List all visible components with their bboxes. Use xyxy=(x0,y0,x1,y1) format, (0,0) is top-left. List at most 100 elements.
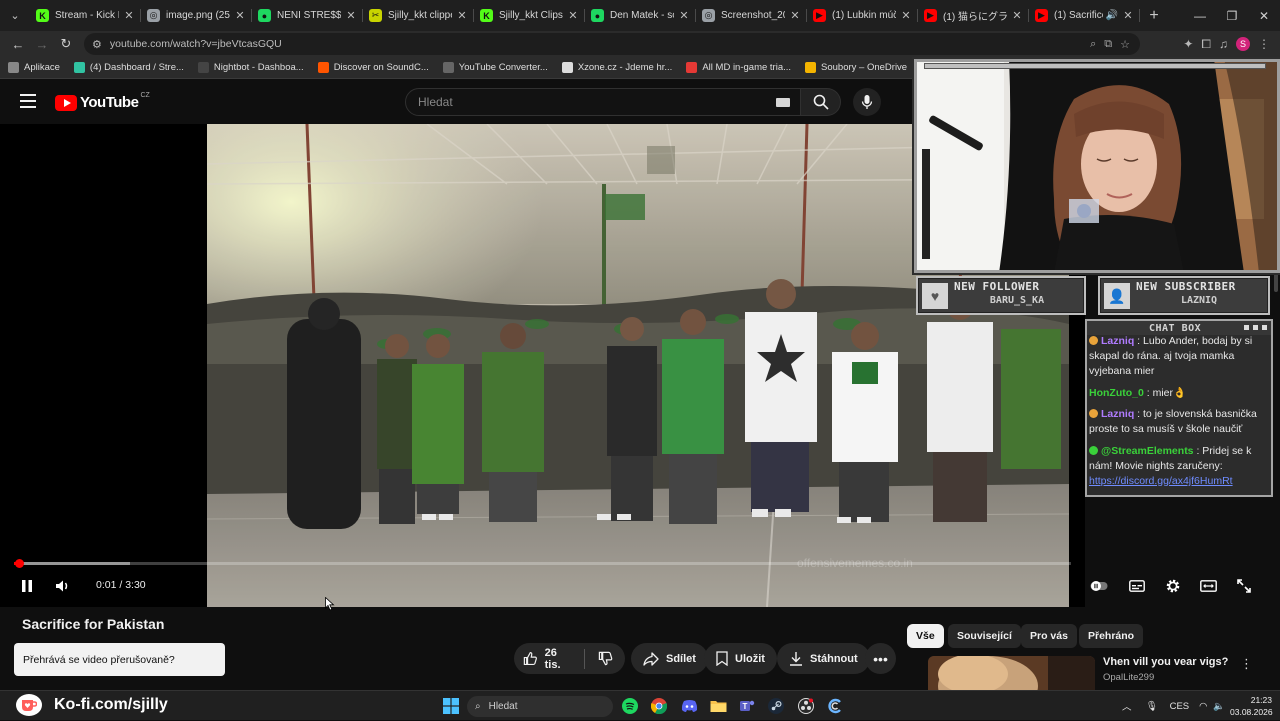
pause-button[interactable] xyxy=(18,576,36,596)
tab-label: Sjilly_kkt clipped i xyxy=(388,10,452,21)
address-url[interactable]: youtube.com/watch?v=jbeVtcasGQU xyxy=(110,38,282,50)
bookmark-item[interactable]: Aplikace xyxy=(8,62,60,73)
like-divider xyxy=(584,648,585,669)
settings-button[interactable] xyxy=(1164,576,1182,596)
progress-bar[interactable] xyxy=(14,559,1071,568)
tray-mic-icon[interactable]: 🎙 xyxy=(1146,701,1158,712)
browser-tab[interactable]: ◎ image.png (2560 ✕ xyxy=(141,0,252,31)
chip-related[interactable]: Související xyxy=(948,624,1021,648)
download-button[interactable]: Stáhnout xyxy=(777,643,870,674)
media-control-icon[interactable]: ♫ xyxy=(1219,37,1228,51)
browser-tab[interactable]: ● NENI STRE$$ - Cc ✕ xyxy=(252,0,363,31)
system-tray: ︿ 🎙 CES ◠ 🔈 xyxy=(1122,691,1225,721)
browser-tab[interactable]: ▶ (1) Lubkin múčny ✕ xyxy=(807,0,918,31)
subtitles-button[interactable] xyxy=(1128,576,1146,596)
bookmark-item[interactable]: Soubory – OneDrive xyxy=(805,62,907,73)
address-bar[interactable]: ⚙ youtube.com/watch?v=jbeVtcasGQU ⌕ ⧉ ☆ xyxy=(84,33,1140,55)
back-arrow-icon[interactable]: ← xyxy=(6,32,30,56)
kebab-menu-icon[interactable]: ⋮ xyxy=(1258,37,1270,51)
bookmark-item[interactable]: All MD in-game tria... xyxy=(686,62,791,73)
tab-close-icon[interactable]: ✕ xyxy=(345,9,357,22)
chip-for-you[interactable]: Pro vás xyxy=(1021,624,1077,648)
tab-close-icon[interactable]: ✕ xyxy=(900,9,912,22)
tray-overflow-icon[interactable]: ︿ xyxy=(1122,699,1132,713)
fullscreen-button[interactable] xyxy=(1235,576,1253,596)
tab-close-icon[interactable]: ✕ xyxy=(789,9,801,22)
cast-icon[interactable]: ⧉ xyxy=(1104,38,1112,51)
browser-tab[interactable]: ▶ (1) 猫らにグラスの ✕ xyxy=(918,0,1029,31)
wifi-icon[interactable]: ◠ xyxy=(1199,701,1207,712)
extension-icon[interactable]: ✦ xyxy=(1183,37,1193,51)
menu-icon[interactable] xyxy=(20,94,36,108)
reload-icon[interactable]: ↻ xyxy=(54,32,78,56)
progress-scrubber[interactable] xyxy=(15,559,25,568)
steam-icon[interactable] xyxy=(767,697,785,715)
bookmark-item[interactable]: Nightbot - Dashboa... xyxy=(197,62,304,73)
teams-icon[interactable]: T xyxy=(738,697,756,715)
tab-search-chevron-icon[interactable]: ⌄ xyxy=(0,0,30,31)
keyboard-language[interactable]: CES xyxy=(1170,701,1190,712)
tab-audio-icon[interactable]: 🔊 xyxy=(1106,10,1118,21)
search-input[interactable] xyxy=(418,95,758,109)
tab-close-icon[interactable]: ✕ xyxy=(123,9,135,22)
tab-close-icon[interactable]: ✕ xyxy=(456,9,468,22)
taskbar-clock[interactable]: 21:23 03.08.2026 xyxy=(1230,694,1273,718)
like-button[interactable]: 26 tis. xyxy=(523,647,575,671)
dislike-button[interactable] xyxy=(598,651,613,666)
theater-mode-button[interactable] xyxy=(1199,576,1217,596)
more-actions-button[interactable]: ••• xyxy=(865,643,896,674)
obs-icon[interactable] xyxy=(797,697,815,715)
keyboard-icon[interactable] xyxy=(776,98,790,107)
site-info-icon[interactable]: ⚙ xyxy=(92,38,102,51)
bookmark-item[interactable]: (4) Dashboard / Stre... xyxy=(73,62,184,73)
buffering-feedback-prompt[interactable]: Přehrává se video přerušovaně? xyxy=(14,643,225,676)
spotify-icon[interactable] xyxy=(621,697,639,715)
autoplay-toggle[interactable] xyxy=(1090,576,1108,596)
chip-all[interactable]: Vše xyxy=(907,624,944,648)
bookmark-star-icon[interactable]: ☆ xyxy=(1120,38,1130,51)
youtube-logo[interactable]: YouTube CZ xyxy=(55,92,150,111)
tab-close-icon[interactable]: ✕ xyxy=(234,9,246,22)
recommended-thumbnail[interactable] xyxy=(928,656,1095,690)
tab-close-icon[interactable]: ✕ xyxy=(1011,9,1023,22)
bookmark-item[interactable]: Discover on SoundC... xyxy=(317,62,429,73)
profile-avatar[interactable]: S xyxy=(1236,37,1250,51)
tab-close-icon[interactable]: ✕ xyxy=(678,9,690,22)
minimize-icon[interactable]: — xyxy=(1184,0,1216,31)
bookmark-item[interactable]: Xzone.cz - Jdeme hr... xyxy=(561,62,672,73)
new-tab-button[interactable]: + xyxy=(1140,7,1168,25)
taskbar-search[interactable]: ⌕ Hledat xyxy=(467,696,613,717)
tab-close-icon[interactable]: ✕ xyxy=(567,9,579,22)
maximize-icon[interactable]: ❐ xyxy=(1216,0,1248,31)
windows-start-icon[interactable] xyxy=(442,697,460,715)
chat-verified-icon xyxy=(1089,446,1098,455)
chrome-icon[interactable] xyxy=(650,697,668,715)
browser-tab[interactable]: K Stream - Kick Das ✕ xyxy=(30,0,141,31)
forward-arrow-icon[interactable]: → xyxy=(30,32,54,56)
bookmark-item[interactable]: YouTube Converter... xyxy=(442,62,548,73)
recommended-channel[interactable]: OpalLite299 xyxy=(1103,672,1154,683)
close-window-icon[interactable]: ✕ xyxy=(1248,0,1280,31)
browser-tab[interactable]: ✂ Sjilly_kkt clipped i ✕ xyxy=(363,0,474,31)
app-c-icon[interactable] xyxy=(826,697,844,715)
browser-tab[interactable]: K Sjilly_kkt Clips - V ✕ xyxy=(474,0,585,31)
volume-icon xyxy=(56,580,68,592)
puzzle-icon[interactable]: ⧠ xyxy=(1201,37,1211,52)
volume-button[interactable] xyxy=(53,576,73,596)
recommended-title[interactable]: Vhen vill you vear vigs? xyxy=(1103,656,1228,668)
speaker-icon[interactable]: 🔈 xyxy=(1213,701,1225,712)
tab-close-icon[interactable]: ✕ xyxy=(1122,9,1134,22)
zoom-icon[interactable]: ⌕ xyxy=(1090,38,1096,51)
voice-search-button[interactable] xyxy=(853,88,881,116)
chip-watched[interactable]: Přehráno xyxy=(1079,624,1144,648)
browser-tab[interactable]: ◎ Screenshot_2026 ✕ xyxy=(696,0,807,31)
browser-tab[interactable]: ● Den Matek - song ✕ xyxy=(585,0,696,31)
save-button[interactable]: Uložit xyxy=(704,643,777,674)
recommended-menu-icon[interactable]: ⋮ xyxy=(1240,656,1253,672)
discord-icon[interactable] xyxy=(680,697,698,715)
search-button[interactable] xyxy=(801,88,841,116)
follower-name: BARU_S_KA xyxy=(989,295,1045,306)
file-explorer-icon[interactable] xyxy=(709,697,727,715)
browser-tab[interactable]: ▶ (1) Sacrifice fo🔊 ✕ xyxy=(1029,0,1140,31)
share-button[interactable]: Sdílet xyxy=(631,643,708,674)
